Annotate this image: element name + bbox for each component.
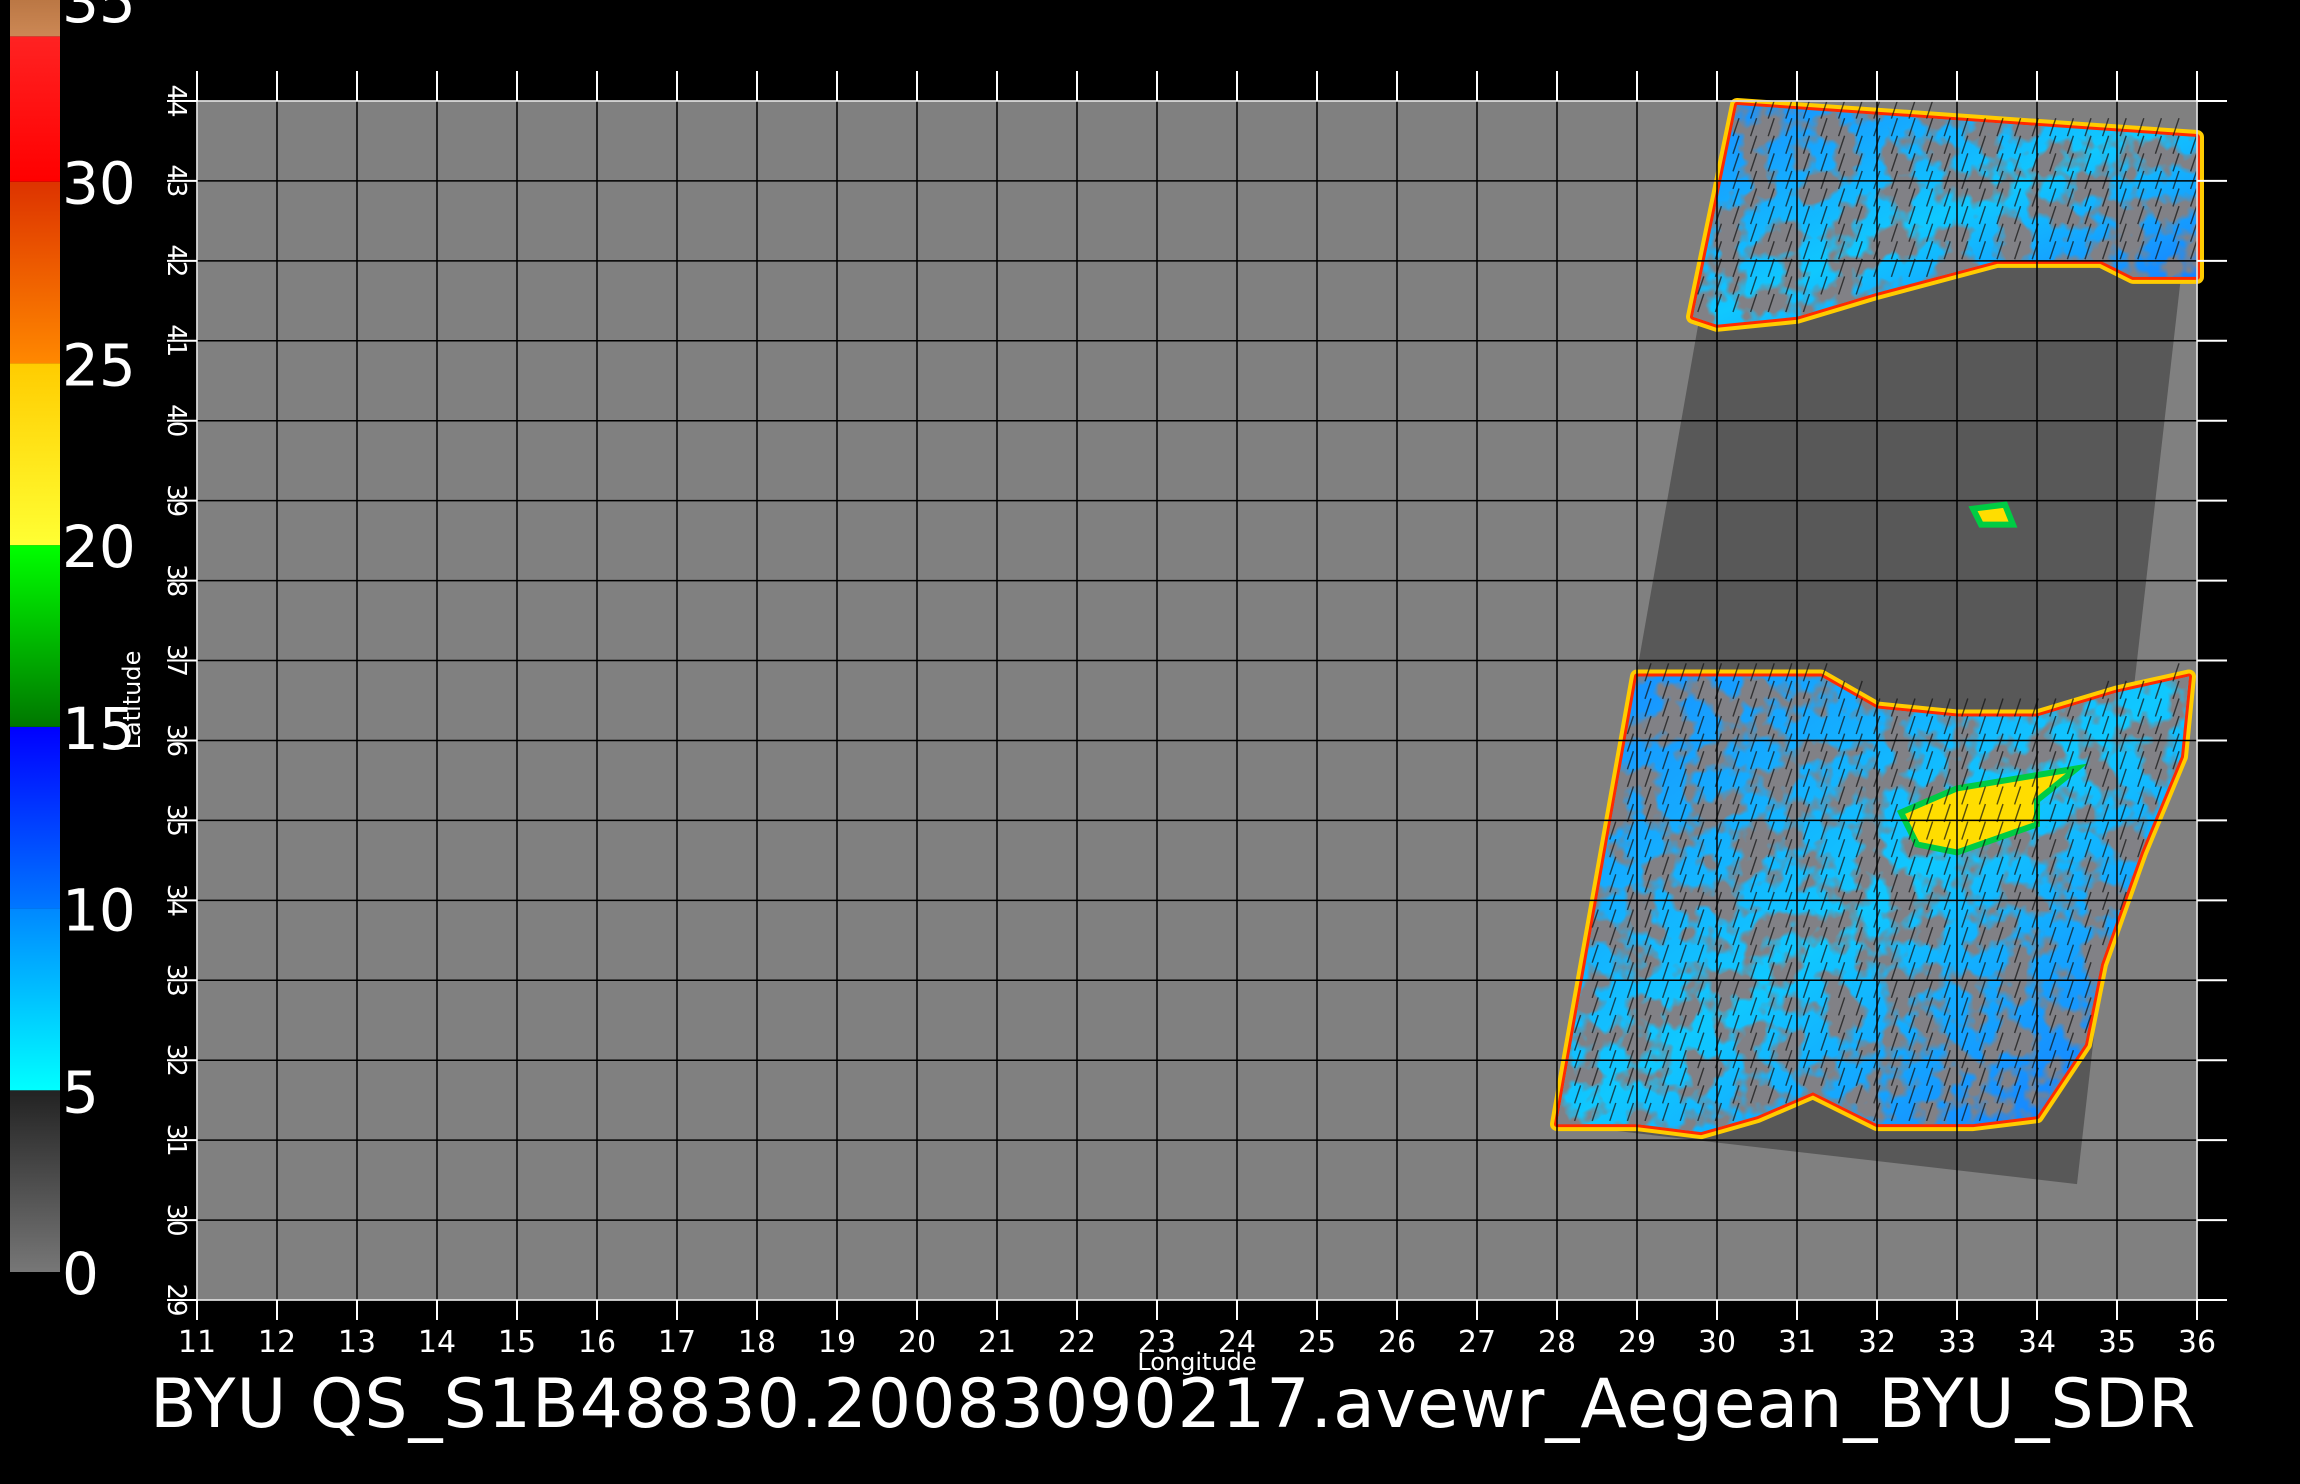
lat-tick-label: 39 [161, 484, 191, 517]
lon-tick-label: 15 [498, 1325, 536, 1360]
lon-tick-label: 36 [2178, 1325, 2216, 1360]
y-axis-label: Latitude [118, 651, 146, 750]
lon-tick-label: 35 [2098, 1325, 2136, 1360]
colorbar-tick-label: 5 [62, 1058, 99, 1126]
colorbar-tick-label: 25 [62, 331, 136, 399]
lat-tick-label: 30 [161, 1204, 191, 1237]
lon-tick-label: 17 [658, 1325, 696, 1360]
colorbar-band [10, 726, 60, 909]
lon-tick-label: 16 [578, 1325, 616, 1360]
lat-tick-label: 41 [161, 324, 191, 357]
lon-tick-label: 32 [1858, 1325, 1896, 1360]
lat-tick-label: 31 [161, 1124, 191, 1157]
colorbar-tick-label: 30 [62, 150, 136, 218]
lon-tick-label: 14 [418, 1325, 456, 1360]
lat-tick-label: 44 [161, 84, 191, 117]
lat-tick-label: 40 [161, 404, 191, 437]
lon-tick-label: 34 [2018, 1325, 2056, 1360]
colorbar-band [10, 0, 60, 37]
colorbar-band [10, 181, 60, 364]
lat-tick-label: 33 [161, 964, 191, 997]
figure-title: BYU QS_S1B48830.20083090217.avewr_Aegean… [150, 1365, 2197, 1444]
lon-tick-label: 30 [1698, 1325, 1736, 1360]
small-island-green [1968, 501, 2018, 528]
lon-tick-label: 18 [738, 1325, 776, 1360]
lon-tick-label: 25 [1298, 1325, 1336, 1360]
lat-tick-label: 38 [161, 564, 191, 597]
map-svg: 05101520253035 11 12 13 14 15 16 17 18 19 20 21 22 2… [10, 0, 2227, 1376]
colorbar-band [10, 363, 60, 546]
map-figure: 0 5 10 15 20 25 30 35 11 12 13 14 15 16 17 18 19 20 21 22 2… [0, 0, 2300, 1480]
lat-tick-label: 43 [161, 164, 191, 197]
lon-tick-label: 22 [1058, 1325, 1096, 1360]
lon-tick-label: 31 [1778, 1325, 1816, 1360]
lat-tick-label: 36 [161, 724, 191, 757]
lon-tick-label: 28 [1538, 1325, 1576, 1360]
lat-tick-label: 42 [161, 244, 191, 277]
lon-tick-label: 13 [338, 1325, 376, 1360]
lon-tick-label: 26 [1378, 1325, 1416, 1360]
lat-tick-label: 37 [161, 644, 191, 677]
lat-tick-label: 34 [161, 884, 191, 917]
lon-tick-label: 20 [898, 1325, 936, 1360]
colorbar-tick-label: 10 [62, 877, 136, 945]
lon-tick-label: 29 [1618, 1325, 1656, 1360]
lat-tick-label: 29 [161, 1283, 191, 1316]
colorbar-band [10, 545, 60, 727]
lon-tick-label: 33 [1938, 1325, 1976, 1360]
colorbar: 05101520253035 [10, 0, 136, 1308]
lat-tick-label: 32 [161, 1044, 191, 1077]
lon-tick-label: 19 [818, 1325, 856, 1360]
lat-tick-label: 35 [161, 804, 191, 837]
colorbar-band [10, 1090, 60, 1272]
lon-tick-label: 12 [258, 1325, 296, 1360]
lon-tick-label: 11 [178, 1325, 216, 1360]
colorbar-tick-label: 35 [62, 0, 136, 36]
map-plot [197, 98, 2204, 1300]
colorbar-band [10, 36, 60, 182]
lon-tick-label: 21 [978, 1325, 1016, 1360]
lon-tick-label: 27 [1458, 1325, 1496, 1360]
colorbar-tick-label: 0 [62, 1240, 99, 1308]
colorbar-tick-label: 20 [62, 513, 136, 581]
colorbar-band [10, 908, 60, 1091]
